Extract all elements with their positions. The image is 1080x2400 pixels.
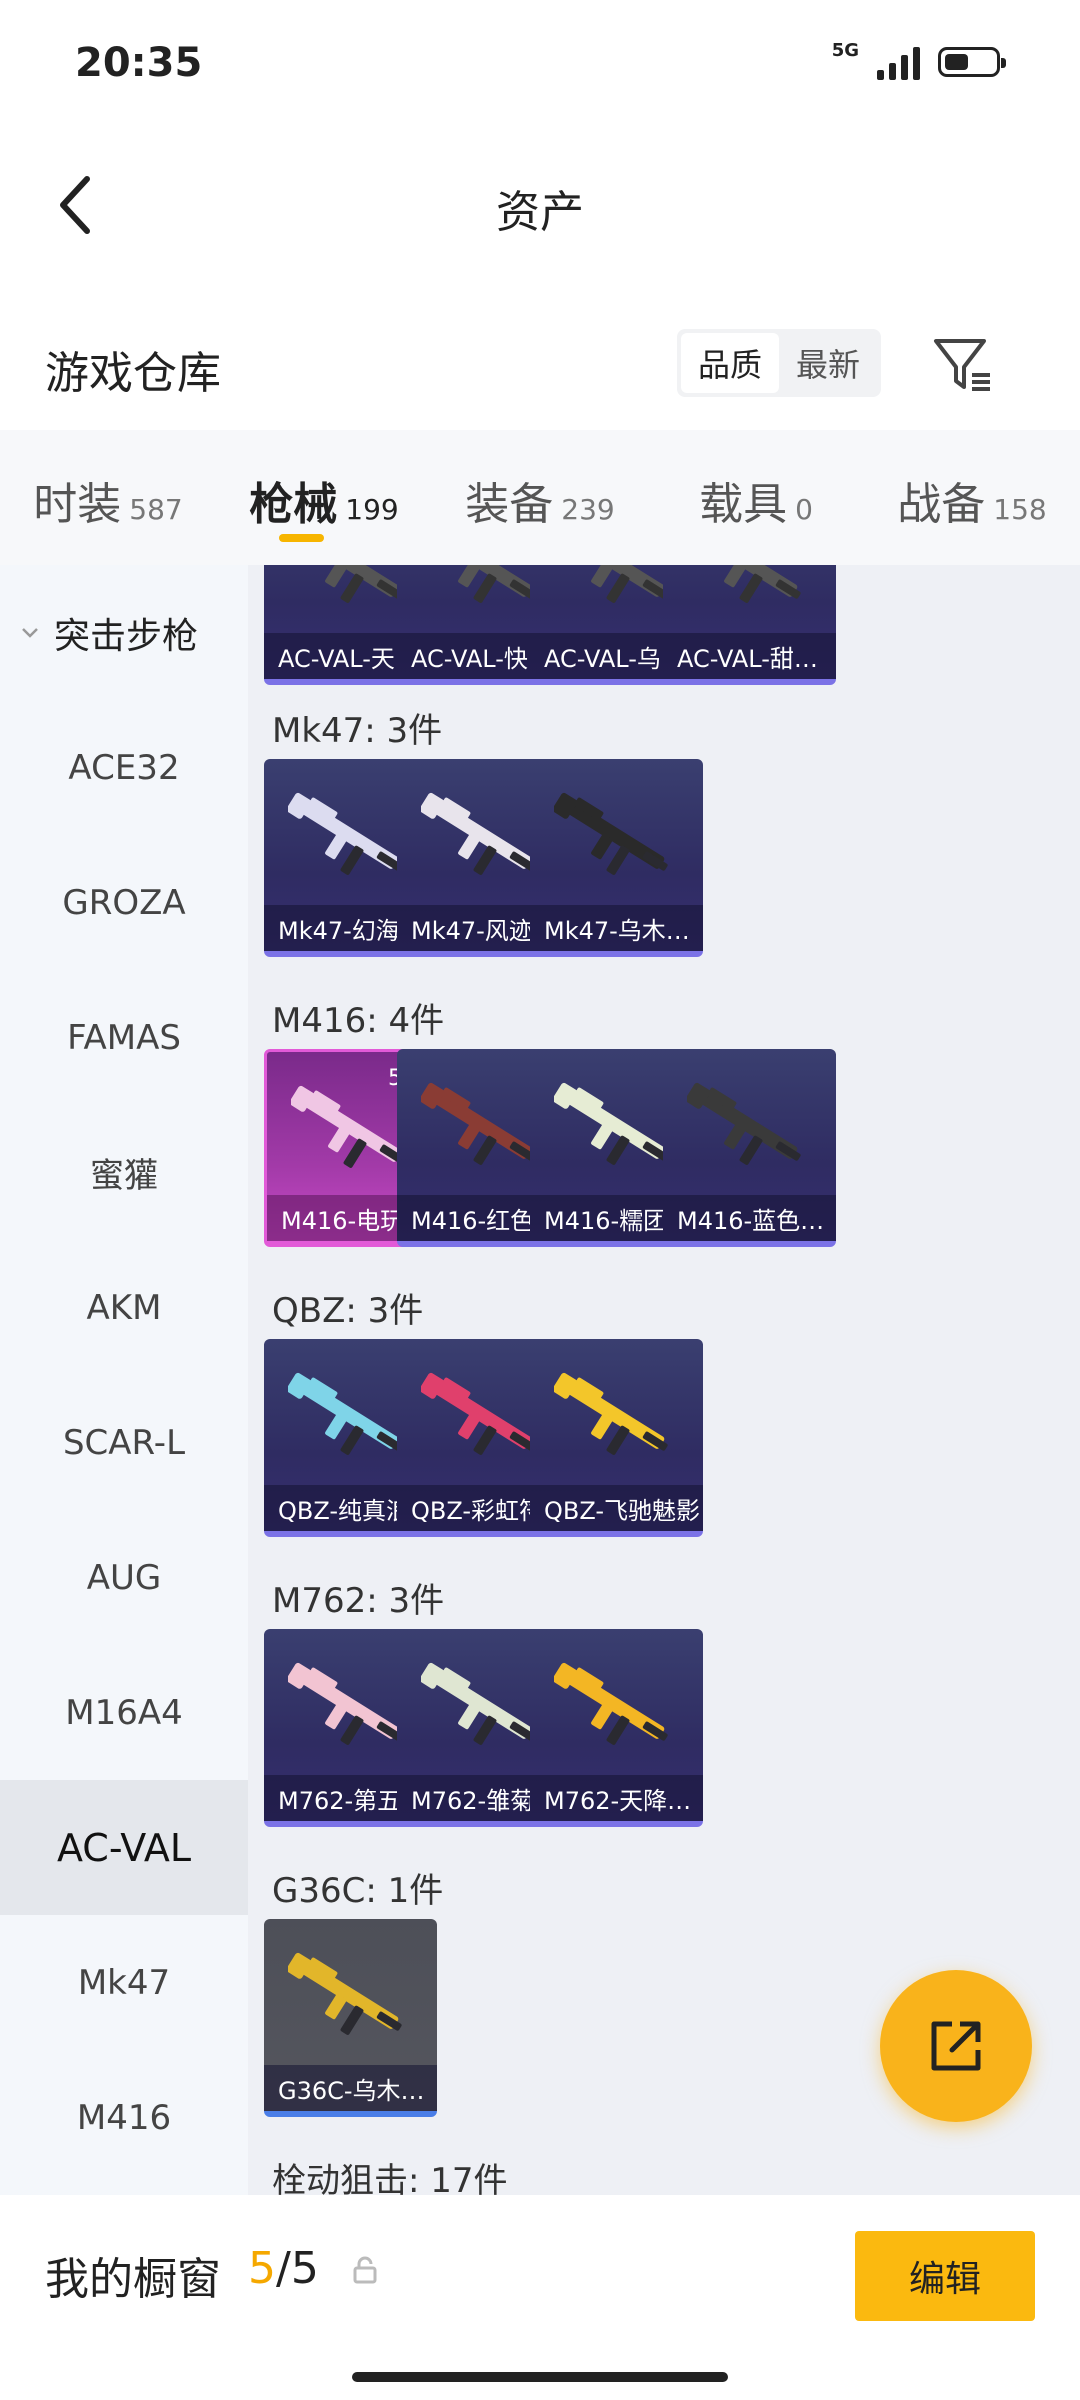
showcase-label: 我的橱窗 xyxy=(45,2254,221,2305)
weapon-image xyxy=(421,1372,535,1455)
sidebar-item-akm[interactable]: AKM xyxy=(0,1240,248,1375)
filter-icon xyxy=(934,339,990,391)
battery-fill xyxy=(945,54,968,70)
weapon-card-label: M762-天降… xyxy=(530,1775,703,1821)
weapon-card[interactable]: G36C-乌木… xyxy=(264,1919,437,2117)
weapon-image xyxy=(554,1082,668,1165)
chevron-down-icon xyxy=(22,627,38,638)
weapon-image xyxy=(554,792,668,875)
showcase-bar: 我的橱窗 5/5 编辑 xyxy=(0,2195,1080,2355)
sidebar-group-assault-rifles[interactable]: 突击步枪 xyxy=(0,565,248,700)
weapon-card-label: G36C-乌木… xyxy=(264,2065,437,2111)
weapon-image xyxy=(554,1662,668,1745)
weapon-card[interactable]: Mk47-乌木… xyxy=(530,759,703,957)
sidebar-item-famas[interactable]: FAMAS xyxy=(0,970,248,1105)
network-label: 5G xyxy=(831,39,859,61)
tab-count: 0 xyxy=(795,493,813,526)
tab-equipment[interactable]: 装备 239 xyxy=(432,430,648,565)
section-title: M762: 3件 xyxy=(272,1581,445,1621)
tab-active-indicator xyxy=(279,534,324,542)
sidebar-item-蜜獾[interactable]: 蜜獾 xyxy=(0,1105,248,1240)
weapon-card-label: QBZ-飞驰魅影 xyxy=(530,1485,703,1531)
weapon-image xyxy=(554,1372,668,1455)
weapon-image xyxy=(421,1662,535,1745)
category-tabs: 时装 587 枪械 199 装备 239 载具 0 战备 158 xyxy=(0,430,1080,565)
weapon-grid: AC-VAL-天… AC-VAL-快… AC-VAL-乌… AC-VAL-甜… Mk47… xyxy=(248,565,1080,2195)
tab-label: 战备 xyxy=(897,479,986,530)
weapon-image xyxy=(698,565,801,603)
lock-icon xyxy=(353,2256,377,2284)
weapon-card[interactable]: M416-蓝色… xyxy=(663,1049,836,1247)
sidebar-item-m416[interactable]: M416 xyxy=(0,2050,248,2185)
sidebar-item-aug[interactable]: AUG xyxy=(0,1510,248,1645)
sidebar-item-groza[interactable]: GROZA xyxy=(0,835,248,970)
showcase-used: 5 xyxy=(248,2243,276,2294)
status-icons: 5G xyxy=(832,40,1006,80)
showcase-total: /5 xyxy=(276,2243,319,2294)
sidebar-item-mk47[interactable]: Mk47 xyxy=(0,1915,248,2050)
battery-icon xyxy=(938,47,1006,77)
weapon-image xyxy=(288,792,402,875)
edit-button[interactable]: 编辑 xyxy=(855,2231,1035,2321)
weapon-image xyxy=(687,1082,801,1165)
tab-supplies[interactable]: 战备 158 xyxy=(864,430,1080,565)
share-button[interactable] xyxy=(880,1970,1032,2122)
section-title: M416: 4件 xyxy=(272,1001,445,1041)
showcase-count: 5/5 xyxy=(248,2243,319,2294)
sidebar-item-m16a4[interactable]: M16A4 xyxy=(0,1645,248,1780)
warehouse-title: 游戏仓库 xyxy=(45,348,221,399)
weapon-image xyxy=(421,1082,535,1165)
sidebar-item-ac-val[interactable]: AC-VAL xyxy=(0,1780,248,1915)
tab-fashion[interactable]: 时装 587 xyxy=(0,430,216,565)
tab-vehicles[interactable]: 载具 0 xyxy=(648,430,864,565)
weapon-sidebar: 突击步枪 ACE32 GROZA FAMAS 蜜獾 AKM SCAR-L AUG M16A4 A… xyxy=(0,565,248,2195)
tab-label: 时装 xyxy=(33,479,122,530)
section-title: G36C: 1件 xyxy=(272,1871,444,1911)
tab-count: 158 xyxy=(993,493,1047,526)
weapon-card[interactable]: AC-VAL-甜… xyxy=(663,565,836,685)
warehouse-header: 游戏仓库 品质 最新 xyxy=(0,315,1080,415)
tab-label: 装备 xyxy=(465,479,554,530)
weapon-image xyxy=(288,1372,402,1455)
section-title: Mk47: 3件 xyxy=(272,711,443,751)
tab-guns[interactable]: 枪械 199 xyxy=(216,430,432,565)
weapon-card-label: AC-VAL-甜… xyxy=(663,633,836,679)
weapon-image xyxy=(432,565,535,603)
tab-count: 199 xyxy=(345,493,399,526)
page-title: 资产 xyxy=(496,187,584,238)
signal-icon xyxy=(877,44,920,80)
filter-button[interactable] xyxy=(928,329,998,399)
tab-count: 239 xyxy=(561,493,615,526)
sidebar-group-label: 突击步枪 xyxy=(54,615,199,657)
sort-option-latest[interactable]: 最新 xyxy=(779,333,877,393)
sort-option-quality[interactable]: 品质 xyxy=(681,333,779,393)
status-bar: 20:35 5G xyxy=(0,0,1080,130)
weapon-card[interactable]: M762-天降… xyxy=(530,1629,703,1827)
status-time: 20:35 xyxy=(75,40,203,86)
weapon-image xyxy=(565,565,668,603)
weapon-image xyxy=(421,792,535,875)
sidebar-item-ace32[interactable]: ACE32 xyxy=(0,700,248,835)
weapon-image xyxy=(288,1952,402,2035)
share-icon xyxy=(931,2021,981,2071)
tab-label: 枪械 xyxy=(249,479,338,530)
home-indicator xyxy=(352,2372,728,2382)
section-title: 栓动狙击: 17件 xyxy=(272,2161,508,2195)
weapon-card-label: Mk47-乌木… xyxy=(530,905,703,951)
tab-label: 载具 xyxy=(699,479,788,530)
sort-toggle: 品质 最新 xyxy=(677,329,881,397)
weapon-card[interactable]: QBZ-飞驰魅影 xyxy=(530,1339,703,1537)
weapon-image xyxy=(299,565,402,603)
sidebar-item-scar-l[interactable]: SCAR-L xyxy=(0,1375,248,1510)
weapon-image xyxy=(288,1662,402,1745)
section-title: QBZ: 3件 xyxy=(272,1291,424,1331)
nav-bar: 资产 xyxy=(0,140,1080,270)
tab-count: 587 xyxy=(129,493,183,526)
weapon-card-label: M416-蓝色… xyxy=(663,1195,836,1241)
